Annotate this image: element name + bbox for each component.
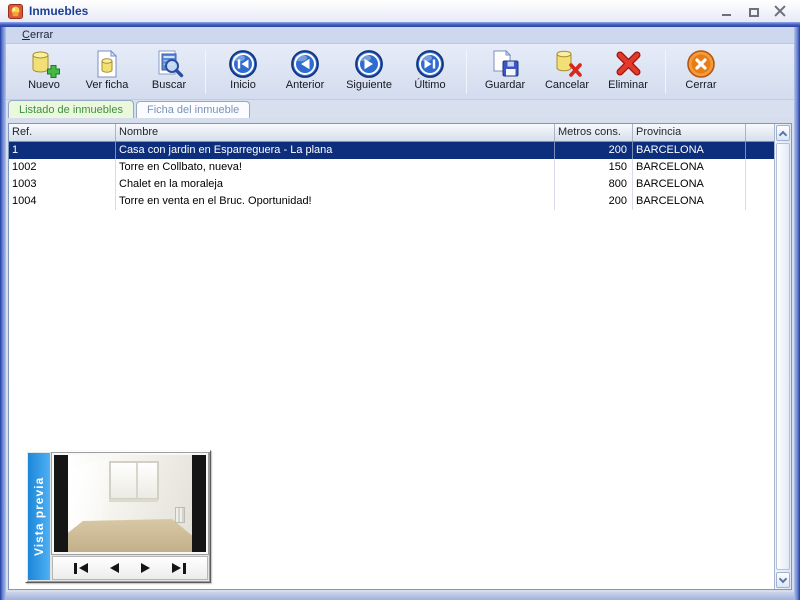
- cell-ref: 1002: [9, 159, 116, 176]
- toolbar-separator: [205, 49, 206, 94]
- minimize-button[interactable]: [718, 4, 734, 18]
- preview-previous-button[interactable]: [110, 563, 119, 573]
- first-record-icon: [228, 49, 258, 79]
- app-icon: [8, 3, 23, 19]
- table-row[interactable]: 1 Casa con jardin en Esparreguera - La p…: [9, 142, 774, 159]
- cell-nombre: Torre en Collbato, nueva!: [116, 159, 555, 176]
- tabstrip: Listado de inmuebles Ficha del inmueble: [6, 100, 794, 118]
- window-title: Inmuebles: [29, 4, 89, 18]
- tab-ficha-del-inmueble[interactable]: Ficha del inmueble: [135, 101, 251, 118]
- preview-first-button[interactable]: [74, 562, 88, 574]
- toolbar-button-inicio[interactable]: Inicio: [213, 47, 273, 97]
- scrollbar-up-button[interactable]: [776, 125, 790, 141]
- toolbar-button-ver-ficha[interactable]: Ver ficha: [74, 47, 140, 97]
- preview-next-button[interactable]: [141, 563, 150, 573]
- window-border-bottom: [6, 592, 794, 600]
- photo-pillarbox-right: [192, 455, 206, 552]
- room-floor: [68, 519, 192, 552]
- header-cell-nombre[interactable]: Nombre: [116, 124, 555, 141]
- cell-ref: 1003: [9, 176, 116, 193]
- header-cell-filler: [746, 124, 774, 141]
- cell-nombre: Chalet en la moraleja: [116, 176, 555, 193]
- cell-metros: 200: [555, 142, 633, 159]
- preview-last-button[interactable]: [172, 562, 186, 574]
- preview-panel: Vista previa: [25, 450, 211, 583]
- photo-pillarbox-left: [54, 455, 68, 552]
- room-radiator: [174, 507, 185, 523]
- window-titlebar: Inmuebles: [0, 0, 800, 22]
- search-icon: [153, 49, 185, 79]
- new-record-icon: [28, 49, 60, 79]
- toolbar-button-cancelar[interactable]: Cancelar: [536, 47, 598, 97]
- chevron-up-icon: [778, 130, 788, 139]
- table-row[interactable]: 1003 Chalet en la moraleja 800 BARCELONA: [9, 176, 774, 193]
- next-record-icon: [354, 49, 384, 79]
- cell-provincia: BARCELONA: [633, 193, 746, 210]
- view-record-icon: [91, 49, 123, 79]
- toolbar-button-anterior[interactable]: Anterior: [273, 47, 337, 97]
- cell-nombre: Casa con jardin en Esparreguera - La pla…: [116, 142, 555, 159]
- previous-record-icon: [290, 49, 320, 79]
- toolbar-separator: [665, 49, 666, 94]
- toolbar-button-guardar[interactable]: Guardar: [474, 47, 536, 97]
- last-record-icon: [415, 49, 445, 79]
- cell-ref: 1: [9, 142, 116, 159]
- menubar: Cerrar: [6, 27, 794, 44]
- cancel-icon: [551, 49, 583, 79]
- delete-icon: [612, 49, 644, 79]
- cell-provincia: BARCELONA: [633, 142, 746, 159]
- save-icon: [489, 49, 521, 79]
- menu-item-cerrar[interactable]: Cerrar: [16, 28, 59, 42]
- cell-metros: 200: [555, 193, 633, 210]
- toolbar-button-cerrar[interactable]: Cerrar: [673, 47, 729, 97]
- scrollbar-thumb[interactable]: [776, 143, 790, 570]
- toolbar-button-ultimo[interactable]: Último: [401, 47, 459, 97]
- room-window: [108, 460, 159, 502]
- vertical-scrollbar[interactable]: [774, 124, 791, 589]
- maximize-button[interactable]: [746, 4, 762, 18]
- toolbar-separator: [466, 49, 467, 94]
- room-photo: [68, 455, 192, 552]
- tab-listado-de-inmuebles[interactable]: Listado de inmuebles: [8, 100, 134, 118]
- toolbar-button-siguiente[interactable]: Siguiente: [337, 47, 401, 97]
- cell-provincia: BARCELONA: [633, 159, 746, 176]
- header-cell-ref[interactable]: Ref.: [9, 124, 116, 141]
- toolbar-button-buscar[interactable]: Buscar: [140, 47, 198, 97]
- preview-title: Vista previa: [28, 453, 50, 580]
- close-button[interactable]: [774, 5, 786, 17]
- table-row[interactable]: 1004 Torre en venta en el Bruc. Oportuni…: [9, 193, 774, 210]
- cell-ref: 1004: [9, 193, 116, 210]
- window-border-right: [794, 27, 800, 600]
- header-cell-provincia[interactable]: Provincia: [633, 124, 746, 141]
- cell-provincia: BARCELONA: [633, 176, 746, 193]
- header-cell-metros[interactable]: Metros cons.: [555, 124, 633, 141]
- preview-photo: [51, 452, 209, 555]
- cell-metros: 150: [555, 159, 633, 176]
- table-header: Ref. Nombre Metros cons. Provincia: [9, 124, 774, 142]
- toolbar: Nuevo Ver ficha Buscar Inicio Anterior S…: [6, 44, 794, 100]
- cell-metros: 800: [555, 176, 633, 193]
- cell-nombre: Torre en venta en el Bruc. Oportunidad!: [116, 193, 555, 210]
- chevron-down-icon: [778, 574, 788, 583]
- table-row[interactable]: 1002 Torre en Collbato, nueva! 150 BARCE…: [9, 159, 774, 176]
- scrollbar-down-button[interactable]: [776, 572, 790, 588]
- preview-nav-bar: [52, 556, 208, 580]
- close-window-icon: [686, 49, 716, 79]
- toolbar-button-eliminar[interactable]: Eliminar: [598, 47, 658, 97]
- toolbar-button-nuevo[interactable]: Nuevo: [14, 47, 74, 97]
